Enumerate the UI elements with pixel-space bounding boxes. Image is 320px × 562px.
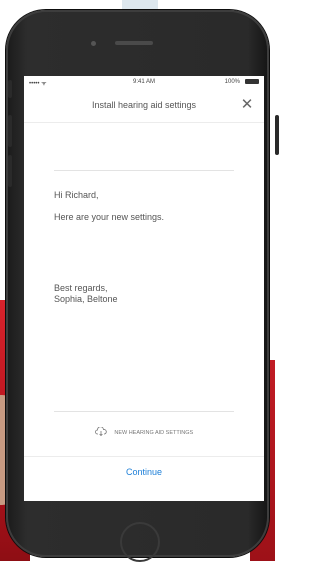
status-bar: ••••• ᯤ 9:41 AM 100% (24, 76, 264, 90)
mute-switch (8, 80, 12, 98)
divider-bottom (54, 411, 234, 412)
settings-download-row[interactable]: NEW HEARING AID SETTINGS (24, 425, 264, 441)
message-text: Here are your new settings. (54, 212, 165, 222)
navigation-bar: Install hearing aid settings ✕ (24, 90, 264, 123)
continue-bar: Continue (24, 456, 264, 501)
battery-percent: 100% (224, 79, 240, 85)
close-icon[interactable]: ✕ (238, 96, 256, 114)
phone-frame: ••••• ᯤ 9:41 AM 100% Install hearing aid… (6, 10, 279, 562)
volume-down-button (8, 155, 12, 187)
home-button[interactable] (120, 522, 160, 562)
settings-label: NEW HEARING AID SETTINGS (114, 430, 194, 436)
cloud-download-icon (94, 426, 107, 437)
signature-text: Sophia, Beltone (54, 294, 118, 304)
closing-text: Best regards, (54, 283, 108, 293)
volume-up-button (8, 115, 12, 147)
continue-button[interactable]: Continue (24, 467, 264, 477)
phone-screen: ••••• ᯤ 9:41 AM 100% Install hearing aid… (24, 76, 264, 501)
earpiece-speaker (115, 41, 153, 45)
greeting-text: Hi Richard, (54, 190, 99, 200)
battery-icon (245, 79, 259, 84)
power-button (275, 115, 279, 155)
page-title: Install hearing aid settings (91, 100, 197, 110)
front-camera (91, 41, 96, 46)
divider-top (54, 170, 234, 171)
